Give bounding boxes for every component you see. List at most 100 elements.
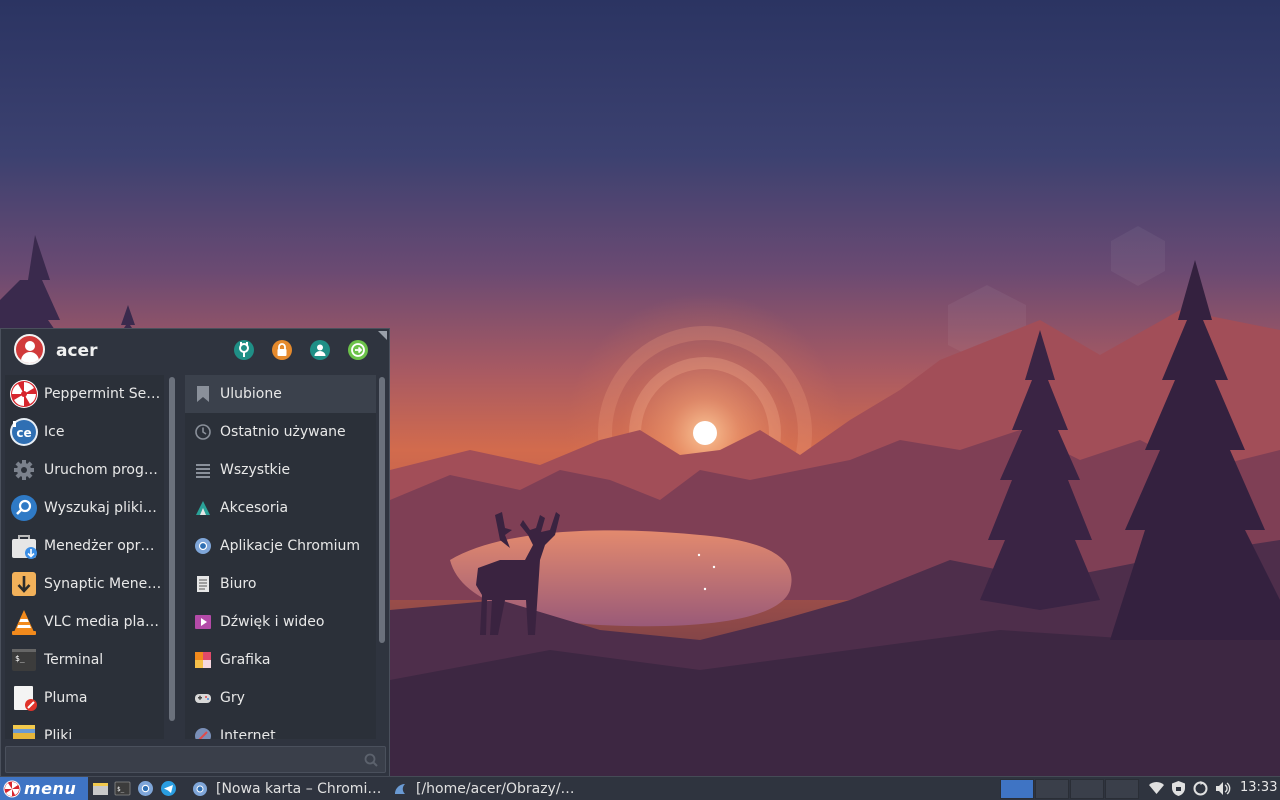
category-label: Wszystkie	[220, 462, 291, 478]
fav-item-pluma[interactable]: Pluma	[5, 679, 164, 717]
user-avatar-icon[interactable]	[14, 334, 45, 365]
fav-item-search-files[interactable]: Wyszukaj pliki…	[5, 489, 164, 527]
task-label: [/home/acer/Obrazy/…	[416, 780, 575, 797]
clock-icon	[194, 423, 212, 441]
internet-icon	[194, 727, 212, 739]
category-label: Aplikacje Chromium	[220, 538, 361, 554]
fav-item-files[interactable]: Pliki	[5, 717, 164, 739]
start-menu: acer Peppermint Se… ce Ice Uruchom prog……	[0, 328, 390, 776]
terminal-icon: $_	[114, 781, 131, 796]
category-favorites[interactable]: Ulubione	[185, 375, 376, 413]
search-icon	[363, 752, 379, 768]
fav-item-ice[interactable]: ce Ice	[5, 413, 164, 451]
terminal-launcher[interactable]: $_	[114, 780, 131, 797]
taskbar: menu $_ [Nowa karta – Chromi… [/home/ace…	[0, 776, 1280, 800]
fav-label: Terminal	[44, 652, 104, 668]
fav-label: Pliki	[44, 728, 73, 739]
chromium-launcher[interactable]	[137, 780, 154, 797]
switch-user-button[interactable]	[309, 339, 331, 361]
workspace-3[interactable]	[1070, 779, 1104, 799]
vlc-icon	[9, 607, 39, 637]
games-icon	[194, 689, 212, 707]
peppermint-logo-icon	[3, 780, 21, 798]
control-center-icon	[234, 340, 254, 360]
peppermint-icon	[9, 379, 39, 409]
software-manager-icon	[9, 531, 39, 561]
category-label: Grafika	[220, 652, 271, 668]
fav-item-vlc[interactable]: VLC media player	[5, 603, 164, 641]
search-files-icon	[9, 493, 39, 523]
category-games[interactable]: Gry	[185, 679, 376, 717]
telegram-launcher[interactable]	[160, 780, 177, 797]
ice-icon: ce	[9, 417, 39, 447]
workspace-4[interactable]	[1105, 779, 1139, 799]
menu-button[interactable]: menu	[0, 777, 88, 800]
user-name: acer	[56, 341, 98, 361]
accessories-icon	[194, 499, 212, 517]
task-file-manager[interactable]: [/home/acer/Obrazy/…	[392, 777, 575, 800]
chromium-icon	[138, 781, 153, 796]
category-chromium-apps[interactable]: Aplikacje Chromium	[185, 527, 376, 565]
fav-label: Menedżer opr…	[44, 538, 155, 554]
volume-icon[interactable]	[1214, 780, 1231, 797]
category-internet[interactable]: Internet	[185, 717, 376, 739]
menu-button-label: menu	[24, 779, 77, 798]
category-all[interactable]: Wszystkie	[185, 451, 376, 489]
logout-button[interactable]	[347, 339, 369, 361]
category-label: Dźwięk i wideo	[220, 614, 325, 630]
fav-item-synaptic[interactable]: Synaptic Mene…	[5, 565, 164, 603]
shield-icon[interactable]	[1170, 780, 1187, 797]
fav-item-run-program[interactable]: Uruchom prog…	[5, 451, 164, 489]
chromium-icon	[194, 537, 212, 555]
fav-label: Pluma	[44, 690, 88, 706]
category-accessories[interactable]: Akcesoria	[185, 489, 376, 527]
file-manager-icon	[392, 781, 408, 797]
category-list: Ulubione Ostatnio używane Wszystkie Akce…	[185, 375, 376, 739]
fav-label: Ice	[44, 424, 65, 440]
category-label: Internet	[220, 728, 276, 739]
workspace-1[interactable]	[1000, 779, 1034, 799]
lock-icon	[272, 340, 292, 360]
file-manager-launcher[interactable]	[92, 780, 109, 797]
multimedia-icon	[194, 613, 212, 631]
synaptic-icon	[9, 569, 39, 599]
svg-text:$_: $_	[117, 786, 125, 793]
svg-text:$_: $_	[15, 654, 25, 663]
fav-item-software-manager[interactable]: Menedżer opr…	[5, 527, 164, 565]
category-recent[interactable]: Ostatnio używane	[185, 413, 376, 451]
fav-label: VLC media player	[44, 614, 162, 630]
list-icon	[194, 461, 212, 479]
fav-label: Uruchom prog…	[44, 462, 158, 478]
file-manager-icon	[93, 783, 108, 795]
category-label: Akcesoria	[220, 500, 289, 516]
user-switch-icon	[310, 340, 330, 360]
category-multimedia[interactable]: Dźwięk i wideo	[185, 603, 376, 641]
telegram-icon	[161, 781, 176, 796]
logout-icon	[348, 340, 368, 360]
file-manager-icon	[9, 721, 39, 739]
workspace-2[interactable]	[1035, 779, 1069, 799]
network-icon[interactable]	[1148, 780, 1165, 797]
search-input[interactable]	[5, 746, 386, 773]
gear-icon	[9, 455, 39, 485]
categories-scrollbar[interactable]	[379, 377, 385, 643]
fav-label: Wyszukaj pliki…	[44, 500, 157, 516]
text-editor-icon	[9, 683, 39, 713]
terminal-icon: $_	[9, 645, 39, 675]
fav-label: Peppermint Se…	[44, 386, 161, 402]
task-chromium[interactable]: [Nowa karta – Chromi…	[192, 777, 381, 800]
update-icon[interactable]	[1192, 780, 1209, 797]
control-center-button[interactable]	[233, 339, 255, 361]
favorites-scrollbar[interactable]	[169, 377, 175, 721]
category-office[interactable]: Biuro	[185, 565, 376, 603]
bookmark-icon	[194, 385, 212, 403]
category-label: Biuro	[220, 576, 257, 592]
clock[interactable]: 13:33	[1240, 780, 1277, 795]
chromium-icon	[192, 781, 208, 797]
graphics-icon	[194, 651, 212, 669]
category-graphics[interactable]: Grafika	[185, 641, 376, 679]
fav-item-terminal[interactable]: $_ Terminal	[5, 641, 164, 679]
fav-item-peppermint[interactable]: Peppermint Se…	[5, 375, 164, 413]
svg-text:ce: ce	[16, 426, 31, 440]
lock-screen-button[interactable]	[271, 339, 293, 361]
